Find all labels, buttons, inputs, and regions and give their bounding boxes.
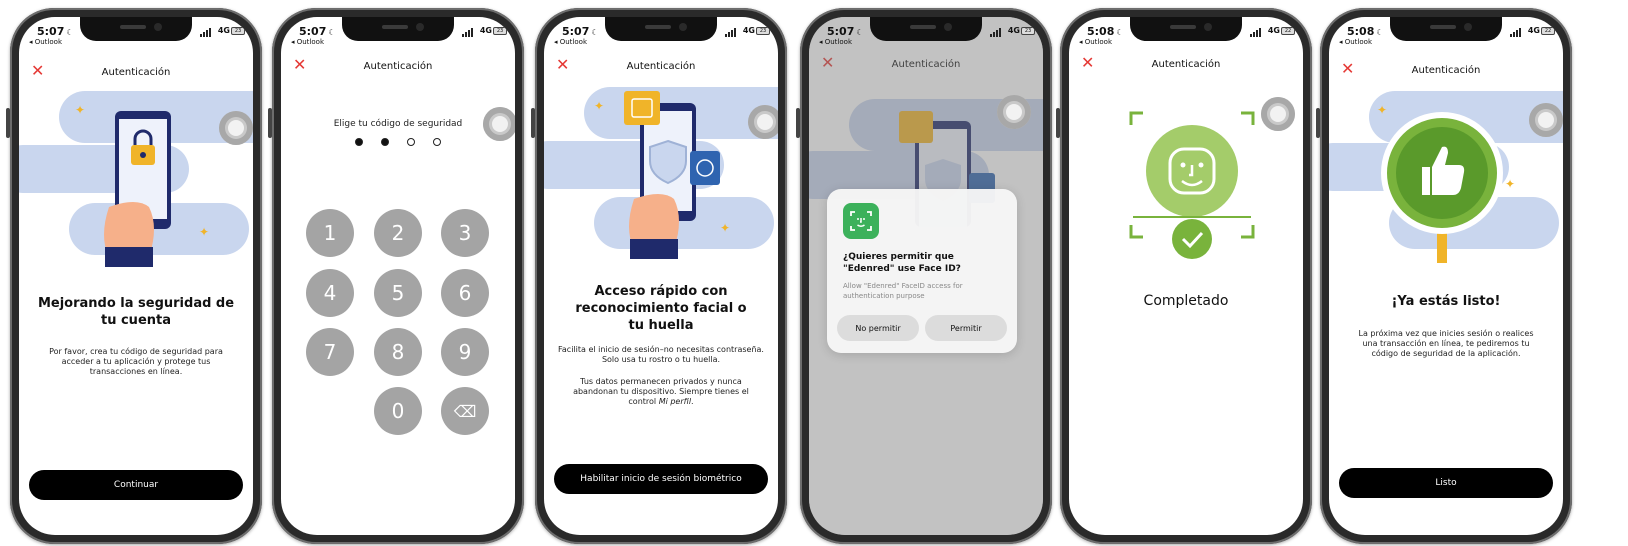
- description-text: Por favor, crea tu código de seguridad p…: [49, 347, 223, 376]
- dialog-title: ¿Quieres permitir que "Edenred" use Face…: [843, 252, 961, 274]
- notch: [1390, 17, 1502, 41]
- touch-indicator: [1261, 97, 1295, 131]
- description-text: Facilita el inicio de sesión–no necesita…: [558, 345, 764, 364]
- header-title: Autenticación: [626, 61, 696, 72]
- header-title: Autenticación: [1411, 65, 1481, 76]
- pin-dot-filled: [381, 138, 389, 146]
- signal-icon: [462, 28, 473, 37]
- notch: [605, 17, 717, 41]
- page-title: ¡Ya estás listo!: [1391, 294, 1501, 309]
- notch: [342, 17, 454, 41]
- pin-dots: [281, 138, 515, 146]
- network-label: 4G: [479, 26, 492, 35]
- phone-frame-2: 5:07 ☾ ◂ Outlook 4G 23 ✕ Autenticación El…: [268, 8, 524, 544]
- pin-dot-empty: [433, 138, 441, 146]
- signal-icon: [725, 28, 736, 37]
- screen-faceid-permission: 5:07 ☾ ◂ Outlook 4G 23 ✕ Autenticación ¿…: [809, 17, 1043, 535]
- back-to-app-link[interactable]: ◂ Outlook: [291, 38, 324, 46]
- phone-frame-4: 5:07 ☾ ◂ Outlook 4G 23 ✕ Autenticación ¿…: [796, 8, 1052, 544]
- allow-button[interactable]: Permitir: [925, 315, 1007, 341]
- back-to-app-link[interactable]: ◂ Outlook: [1079, 38, 1112, 46]
- header-title: Autenticación: [1151, 59, 1221, 70]
- key-9[interactable]: 9: [441, 328, 489, 376]
- signal-icon: [1510, 28, 1521, 37]
- status-time: 5:07 ☾: [562, 25, 599, 38]
- phone-frame-6: 5:08 ☾ ◂ Outlook 4G 22 ✕ Autenticación ✦ …: [1316, 8, 1572, 544]
- face-scan-success-icon: [1129, 111, 1255, 259]
- status-time: 5:07 ☾: [37, 25, 74, 38]
- continue-button[interactable]: Continuar: [29, 470, 243, 500]
- battery-icon: 23: [493, 27, 507, 35]
- done-button[interactable]: Listo: [1339, 468, 1553, 498]
- side-button: [531, 108, 535, 138]
- notch: [870, 17, 982, 41]
- key-2[interactable]: 2: [374, 209, 422, 257]
- network-label: 4G: [1527, 26, 1540, 35]
- screen-biometric: 5:07 ☾ ◂ Outlook 4G 23 ✕ Autenticación ✦ …: [544, 17, 778, 535]
- battery-icon: 23: [1021, 27, 1035, 35]
- description-text: La próxima vez que inicies sesión o real…: [1358, 329, 1534, 358]
- side-button: [268, 108, 272, 138]
- screen-pin: 5:07 ☾ ◂ Outlook 4G 23 ✕ Autenticación El…: [281, 17, 515, 535]
- status-time: 5:07 ☾: [827, 25, 864, 38]
- side-button: [6, 108, 10, 138]
- battery-icon: 22: [1541, 27, 1555, 35]
- page-title: Mejorando la seguridad de tu cuenta: [37, 296, 235, 328]
- signal-icon: [990, 28, 1001, 37]
- faceid-permission-dialog: ¿Quieres permitir que "Edenred" use Face…: [827, 189, 1017, 353]
- page-title: Acceso rápido con reconocimiento facial …: [575, 284, 747, 333]
- key-6[interactable]: 6: [441, 269, 489, 317]
- key-0[interactable]: 0: [374, 387, 422, 435]
- network-label: 4G: [742, 26, 755, 35]
- header-title: Autenticación: [363, 61, 433, 72]
- phone-frame-5: 5:08 ☾ ◂ Outlook 4G 22 ✕ Autenticación Co…: [1056, 8, 1312, 544]
- header-title: Autenticación: [101, 67, 171, 78]
- faceid-icon: [843, 203, 879, 239]
- status-title: Completado: [1143, 293, 1229, 309]
- back-to-app-link[interactable]: ◂ Outlook: [819, 38, 852, 46]
- key-3[interactable]: 3: [441, 209, 489, 257]
- key-4[interactable]: 4: [306, 269, 354, 317]
- touch-indicator: [483, 107, 515, 141]
- network-label: 4G: [1267, 26, 1280, 35]
- battery-icon: 23: [756, 27, 770, 35]
- key-7[interactable]: 7: [306, 328, 354, 376]
- dialog-message: Allow "Edenred" FaceID access for authen…: [843, 282, 963, 300]
- signal-icon: [1250, 28, 1261, 37]
- pin-prompt: Elige tu código de seguridad: [333, 119, 463, 129]
- pin-dot-filled: [355, 138, 363, 146]
- status-time: 5:08 ☾: [1087, 25, 1124, 38]
- key-8[interactable]: 8: [374, 328, 422, 376]
- battery-icon: 23: [231, 27, 245, 35]
- key-5[interactable]: 5: [374, 269, 422, 317]
- back-to-app-link[interactable]: ◂ Outlook: [554, 38, 587, 46]
- signal-icon: [200, 28, 211, 37]
- side-button: [1316, 108, 1320, 138]
- status-time: 5:08 ☾: [1347, 25, 1384, 38]
- pin-dot-empty: [407, 138, 415, 146]
- side-button: [796, 108, 800, 138]
- back-to-app-link[interactable]: ◂ Outlook: [29, 38, 62, 46]
- network-label: 4G: [217, 26, 230, 35]
- phone-frame-3: 5:07 ☾ ◂ Outlook 4G 23 ✕ Autenticación ✦ …: [531, 8, 787, 544]
- screen-completed: 5:08 ☾ ◂ Outlook 4G 22 ✕ Autenticación Co…: [1069, 17, 1303, 535]
- privacy-text: Tus datos permanecen privados y nunca ab…: [573, 377, 749, 406]
- screen-intro: 5:07 ☾ ◂ Outlook 4G 23 ✕ Autenticación ✦ …: [19, 17, 253, 535]
- network-label: 4G: [1007, 26, 1020, 35]
- deny-button[interactable]: No permitir: [837, 315, 919, 341]
- delete-key-icon[interactable]: ⌫: [441, 387, 489, 435]
- screen-ready: 5:08 ☾ ◂ Outlook 4G 22 ✕ Autenticación ✦ …: [1329, 17, 1563, 535]
- my-profile-link[interactable]: Mi perfil: [659, 397, 691, 406]
- phone-frame-1: 5:07 ☾ ◂ Outlook 4G 23 ✕ Autenticación ✦ …: [6, 8, 262, 544]
- notch: [80, 17, 192, 41]
- key-1[interactable]: 1: [306, 209, 354, 257]
- battery-icon: 22: [1281, 27, 1295, 35]
- back-to-app-link[interactable]: ◂ Outlook: [1339, 38, 1372, 46]
- notch: [1130, 17, 1242, 41]
- enable-biometric-button[interactable]: Habilitar inicio de sesión biométrico: [554, 464, 768, 494]
- side-button: [1056, 108, 1060, 138]
- status-time: 5:07 ☾: [299, 25, 336, 38]
